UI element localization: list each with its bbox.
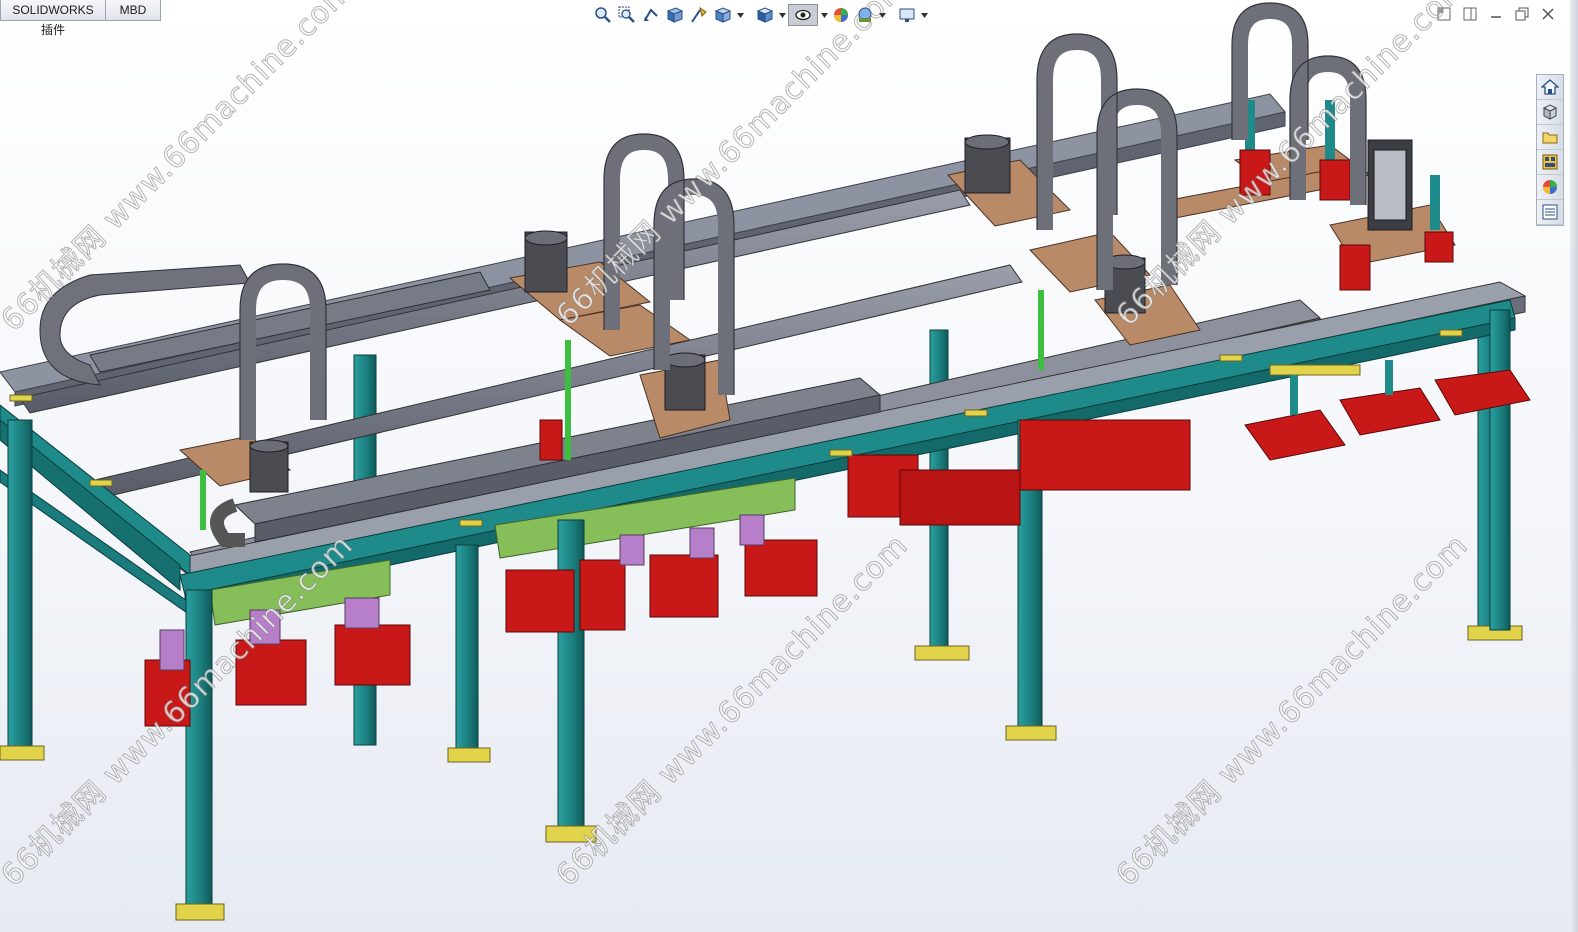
chevron-down-icon[interactable] [820,4,828,26]
chevron-down-icon[interactable] [736,4,744,26]
close-icon[interactable] [1540,6,1556,22]
minimize-icon[interactable] [1488,6,1504,22]
dynamic-annotation-icon[interactable] [688,4,710,26]
display-style-icon[interactable] [754,4,776,26]
view-orientation-icon[interactable] [712,4,734,26]
appearances-icon[interactable] [1537,175,1563,200]
chevron-down-icon[interactable] [920,4,928,26]
view-palette-icon[interactable] [1537,150,1563,175]
assembly-3d-view[interactable] [0,0,1578,932]
hide-show-items-icon[interactable] [788,4,818,26]
heads-up-view-toolbar [592,3,928,27]
task-pane-tabs [1536,74,1564,226]
zoom-to-area-icon[interactable] [616,4,638,26]
home-icon[interactable] [1537,75,1563,100]
restore-icon[interactable] [1514,6,1530,22]
chevron-down-icon[interactable] [778,4,786,26]
chevron-down-icon[interactable] [878,4,886,26]
edit-appearance-icon[interactable] [830,4,852,26]
custom-properties-icon[interactable] [1537,200,1563,225]
restore-pane-icon[interactable] [1436,6,1452,22]
right-edge-strip [1570,0,1578,932]
design-library-icon[interactable] [1537,100,1563,125]
section-view-icon[interactable] [664,4,686,26]
view-settings-icon[interactable] [896,4,918,26]
apply-scene-icon[interactable] [854,4,876,26]
solidworks-graphics-area[interactable]: 66机械网 www.66machine.com 66机械网 www.66mach… [0,0,1578,932]
window-controls [1436,6,1556,22]
zoom-to-fit-icon[interactable] [592,4,614,26]
command-manager-tabs: SOLIDWORKS 插件 MBD [0,0,161,37]
previous-view-icon[interactable] [640,4,662,26]
tab-mbd[interactable]: MBD [106,0,161,21]
tab-solidworks-addins[interactable]: SOLIDWORKS 插件 [0,0,106,37]
file-explorer-icon[interactable] [1537,125,1563,150]
split-pane-icon[interactable] [1462,6,1478,22]
